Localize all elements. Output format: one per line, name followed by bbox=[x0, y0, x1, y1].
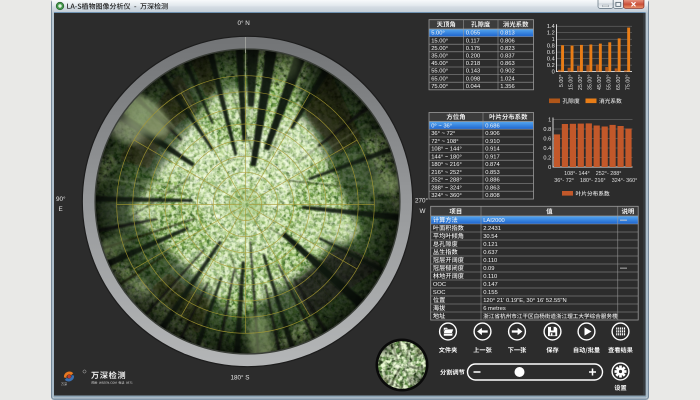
svg-text:252°- 288°: 252°- 288° bbox=[596, 171, 622, 177]
svg-text:0: 0 bbox=[548, 165, 551, 171]
svg-text:75.00°: 75.00° bbox=[431, 84, 448, 90]
svg-text:0.2: 0.2 bbox=[547, 63, 555, 69]
svg-text:0.121: 0.121 bbox=[483, 242, 498, 248]
svg-text:15.00°: 15.00° bbox=[569, 75, 575, 91]
svg-text:0.8: 0.8 bbox=[547, 44, 555, 50]
svg-text:36°- 72°: 36°- 72° bbox=[554, 178, 574, 184]
svg-text:LAI2000: LAI2000 bbox=[483, 218, 505, 224]
svg-text:180° S: 180° S bbox=[231, 374, 250, 382]
svg-text:0.863: 0.863 bbox=[485, 185, 500, 191]
svg-text:0.6: 0.6 bbox=[547, 50, 555, 56]
svg-text:252° ~ 288°: 252° ~ 288° bbox=[431, 178, 462, 184]
svg-text:144° ~ 180°: 144° ~ 180° bbox=[431, 154, 462, 160]
svg-text:1.2: 1.2 bbox=[547, 31, 555, 37]
svg-text:6 metres: 6 metres bbox=[483, 306, 506, 312]
svg-text:0.823: 0.823 bbox=[500, 46, 515, 52]
svg-text:E: E bbox=[59, 206, 63, 213]
svg-text:2.2431: 2.2431 bbox=[483, 226, 501, 232]
svg-text:65.00°: 65.00° bbox=[616, 75, 622, 91]
svg-text:288° ~ 324°: 288° ~ 324° bbox=[431, 185, 462, 191]
svg-text:0.110: 0.110 bbox=[483, 274, 497, 280]
svg-text:0.155: 0.155 bbox=[483, 290, 498, 296]
svg-text:0.044: 0.044 bbox=[466, 84, 481, 90]
svg-text:108° ~ 144°: 108° ~ 144° bbox=[431, 147, 462, 153]
svg-text:SOC: SOC bbox=[433, 290, 446, 296]
svg-text:0.110: 0.110 bbox=[483, 258, 497, 264]
svg-text:324° ~ 360°: 324° ~ 360° bbox=[431, 193, 462, 199]
svg-text:120° 21' 0.19"E, 30° 16' 52.5: 120° 21' 0.19"E, 30° 16' 52.55"N bbox=[483, 298, 567, 304]
svg-text:270°: 270° bbox=[415, 197, 429, 205]
svg-text:0.055: 0.055 bbox=[466, 31, 481, 37]
svg-text:55.00°: 55.00° bbox=[431, 69, 448, 75]
svg-text:0.902: 0.902 bbox=[500, 69, 515, 75]
svg-text:75.00°: 75.00° bbox=[625, 75, 631, 91]
svg-text:5.00°: 5.00° bbox=[559, 75, 565, 88]
svg-text:0.910: 0.910 bbox=[485, 139, 500, 145]
svg-text:0.806: 0.806 bbox=[500, 38, 515, 44]
svg-text:0.117: 0.117 bbox=[466, 38, 480, 44]
svg-text:0.143: 0.143 bbox=[466, 69, 481, 75]
svg-text:0.637: 0.637 bbox=[483, 250, 498, 256]
svg-text:324°- 360°: 324°- 360° bbox=[612, 178, 638, 184]
svg-text:0.863: 0.863 bbox=[500, 61, 515, 67]
svg-text:45.00°: 45.00° bbox=[431, 61, 448, 67]
svg-text:180°- 216°: 180°- 216° bbox=[580, 178, 606, 184]
svg-text:0.853: 0.853 bbox=[485, 170, 500, 176]
svg-text:216° ~ 252°: 216° ~ 252° bbox=[431, 170, 462, 176]
svg-text:1.4: 1.4 bbox=[547, 24, 555, 30]
svg-text:0.917: 0.917 bbox=[485, 154, 500, 160]
svg-text:0.808: 0.808 bbox=[485, 193, 500, 199]
svg-text:OOC: OOC bbox=[433, 282, 446, 288]
svg-text:0.175: 0.175 bbox=[466, 46, 481, 52]
svg-text:15.00°: 15.00° bbox=[431, 38, 448, 44]
svg-text:0.4: 0.4 bbox=[543, 146, 551, 152]
svg-text:65.00°: 65.00° bbox=[431, 76, 448, 82]
svg-text:0.8: 0.8 bbox=[543, 127, 551, 133]
svg-text:0.906: 0.906 bbox=[485, 131, 500, 137]
svg-text:W: W bbox=[420, 208, 426, 215]
svg-text:45.00°: 45.00° bbox=[597, 75, 603, 91]
svg-text:0.686: 0.686 bbox=[485, 123, 500, 129]
svg-text:1: 1 bbox=[548, 118, 551, 124]
svg-text:25.00°: 25.00° bbox=[578, 75, 584, 91]
svg-text:0.200: 0.200 bbox=[466, 54, 481, 60]
svg-text:90°: 90° bbox=[56, 195, 66, 203]
svg-text:35.00°: 35.00° bbox=[588, 75, 594, 91]
svg-text:1.024: 1.024 bbox=[500, 76, 515, 82]
svg-text:0.218: 0.218 bbox=[466, 61, 481, 67]
svg-text:180° ~ 216°: 180° ~ 216° bbox=[431, 162, 462, 168]
svg-text:36° ~ 72°: 36° ~ 72° bbox=[431, 131, 455, 137]
svg-text:0.874: 0.874 bbox=[485, 162, 500, 168]
svg-text:55.00°: 55.00° bbox=[606, 75, 612, 91]
svg-text:0.6: 0.6 bbox=[543, 137, 551, 143]
svg-text:0.914: 0.914 bbox=[485, 147, 500, 153]
svg-text:0° ~ 36°: 0° ~ 36° bbox=[431, 123, 452, 129]
svg-text:0.147: 0.147 bbox=[483, 282, 498, 288]
svg-text:0.4: 0.4 bbox=[547, 57, 555, 63]
svg-text:30.54: 30.54 bbox=[483, 234, 498, 240]
svg-text:0.837: 0.837 bbox=[500, 54, 515, 60]
svg-text:108°- 144°: 108°- 144° bbox=[564, 171, 590, 177]
svg-text:0.098: 0.098 bbox=[466, 76, 481, 82]
svg-text:0° N: 0° N bbox=[238, 19, 251, 27]
svg-text:1.356: 1.356 bbox=[500, 84, 515, 90]
svg-text:0: 0 bbox=[552, 70, 555, 76]
svg-text:0.813: 0.813 bbox=[500, 31, 515, 37]
svg-text:72° ~ 108°: 72° ~ 108° bbox=[431, 139, 458, 145]
svg-text:0.09: 0.09 bbox=[483, 266, 494, 272]
svg-text:35.00°: 35.00° bbox=[431, 54, 448, 60]
svg-text:5.00°: 5.00° bbox=[431, 31, 445, 37]
svg-text:1: 1 bbox=[552, 37, 555, 43]
svg-text:0.2: 0.2 bbox=[543, 156, 551, 162]
svg-text:0.886: 0.886 bbox=[485, 178, 500, 184]
svg-text:25.00°: 25.00° bbox=[431, 46, 448, 52]
svg-text:万深: 万深 bbox=[61, 381, 67, 386]
